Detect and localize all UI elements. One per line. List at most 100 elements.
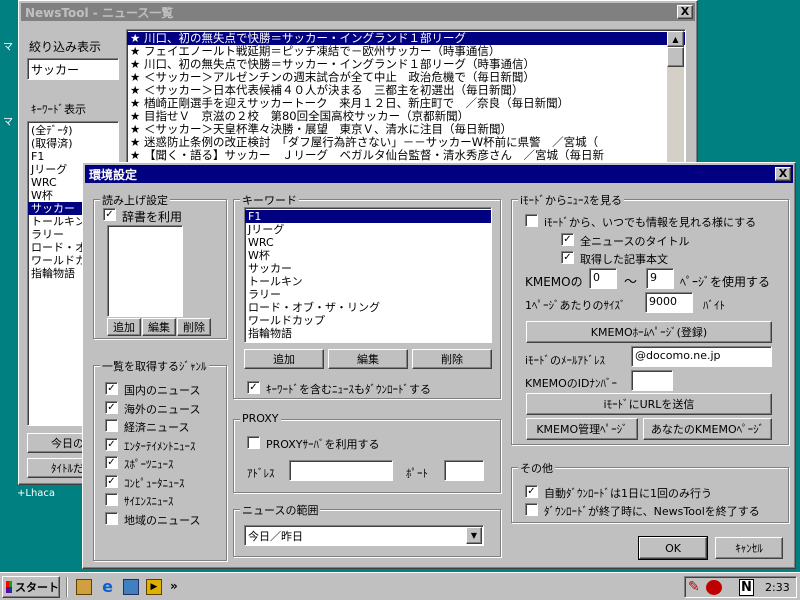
keyword-delete-button[interactable]: 削除 — [412, 349, 492, 369]
dialog-keyword-item[interactable]: F1 — [245, 210, 491, 223]
proxy-group: PROXY — [233, 412, 501, 493]
dict-delete-button[interactable]: 削除 — [177, 318, 211, 336]
id-label: KMEMOのIDﾅﾝﾊﾞｰ — [525, 377, 618, 390]
start-button[interactable]: スタート — [2, 576, 60, 598]
tray-n-icon[interactable]: N — [739, 579, 754, 596]
news-scroll-thumb[interactable] — [667, 47, 684, 67]
dict-edit-button[interactable]: 編集 — [142, 318, 176, 336]
genre-checkbox[interactable]: ✓ — [105, 456, 118, 469]
quicklaunch-divider — [66, 577, 68, 597]
news-scrollbar[interactable]: ▲ — [667, 31, 684, 167]
keyword-download-checkbox[interactable]: ✓ — [247, 381, 260, 394]
page-suffix-label: ﾍﾟｰｼﾞを使用する — [680, 275, 771, 289]
dialog-keyword-item[interactable]: ラリー — [245, 288, 491, 301]
range-group-label: ニュースの範囲 — [240, 502, 321, 518]
exit-after-download-checkbox[interactable] — [525, 503, 538, 516]
keyword-edit-button[interactable]: 編集 — [328, 349, 408, 369]
keyword-add-button[interactable]: 追加 — [244, 349, 324, 369]
lhaca-label: +Lhaca — [17, 488, 56, 499]
quicklaunch-chevron[interactable]: » — [170, 579, 178, 593]
settings-title: 環境設定 — [89, 167, 138, 182]
newstool-close-button[interactable]: X — [677, 5, 693, 19]
dialog-keyword-item[interactable]: ワールドカップ — [245, 314, 491, 327]
genre-checkbox[interactable] — [105, 493, 118, 506]
desktop-label-2: マ — [3, 117, 13, 128]
proxy-port-label: ﾎﾟｰﾄ — [406, 467, 428, 480]
send-url-button[interactable]: iﾓｰﾄﾞにURLを送信 — [526, 393, 772, 415]
dialog-keyword-item[interactable]: 指輪物語 — [245, 327, 491, 340]
ok-button[interactable]: OK — [638, 536, 708, 560]
your-kmemo-button[interactable]: あなたのKMEMOﾍﾟｰｼﾞ — [643, 418, 772, 440]
auto-download-checkbox[interactable]: ✓ — [525, 485, 538, 498]
network-icon[interactable] — [123, 579, 139, 595]
imode-enable-checkbox[interactable] — [525, 214, 538, 227]
news-list-item[interactable]: ★ 【聞く・語る】サッカー Ｊリーグ ベガルタ仙台監督・清水秀彦さん ／宮城（毎… — [127, 149, 685, 162]
mail-input[interactable]: @docomo.ne.jp — [631, 346, 772, 367]
newstool-title: NewsTool - ニュース一覧 — [25, 5, 174, 20]
genre-checkbox[interactable]: ✓ — [105, 382, 118, 395]
filter-input[interactable]: サッカー — [27, 58, 119, 80]
proxy-address-label: ｱﾄﾞﾚｽ — [247, 467, 275, 480]
proxy-address-input[interactable] — [289, 460, 393, 481]
newstool-titlebar[interactable]: NewsTool - ニュース一覧 — [21, 3, 695, 21]
keyword-list-item[interactable]: (取得済) — [28, 137, 118, 150]
dialog-keyword-item[interactable]: ロード・オブ・ザ・リング — [245, 301, 491, 314]
proxy-port-input[interactable] — [444, 460, 484, 481]
desktop-icon[interactable] — [76, 579, 92, 595]
proxy-checkbox[interactable] — [247, 436, 260, 449]
keyword-list-item[interactable]: (全ﾃﾞｰﾀ) — [28, 124, 118, 137]
keywords-listbox[interactable]: F1 Jリーグ WRC W杯 サッカー トールキン ラリー ロード・オブ・ザ・リング ワールドカ… — [244, 207, 492, 343]
exit-after-download-label: ﾀﾞｳﾝﾛｰﾄﾞが終了時に、NewsToolを終了する — [544, 505, 760, 518]
range-dropdown-button[interactable]: ▼ — [466, 527, 482, 544]
dialog-keyword-item[interactable]: W杯 — [245, 249, 491, 262]
range-select[interactable]: 今日／昨日 — [244, 525, 484, 546]
clock[interactable]: 2:33 — [765, 581, 790, 594]
size-input[interactable]: 9000 — [645, 292, 693, 313]
kmemo-label: KMEMOの — [525, 275, 583, 289]
settings-close-button[interactable]: X — [775, 167, 791, 181]
dialog-keyword-item[interactable]: WRC — [245, 236, 491, 249]
genre-checkbox[interactable]: ✓ — [105, 474, 118, 488]
genre-checkbox[interactable] — [105, 419, 118, 432]
news-listbox[interactable]: ★ 川口、初の無失点で快勝＝サッカー・イングランド１部リーグ ★ フェイエノールト… — [126, 29, 686, 169]
dialog-keyword-item[interactable]: サッカー — [245, 262, 491, 275]
settings-dialog: 環境設定 X 読み上げ設定 ✓ 辞書を利用 追加 編集 削除 一覧を取得するｼﾞ… — [82, 162, 796, 569]
article-label: 取得した記事本文 — [580, 253, 668, 266]
size-label: 1ﾍﾟｰｼﾞあたりのｻｲｽﾞ — [525, 299, 626, 312]
kmemo-admin-button[interactable]: KMEMO管理ﾍﾟｰｼﾞ — [526, 418, 638, 440]
taskbar: スタート e ▶ » ✎ N 2:33 — [0, 572, 800, 600]
genre-checkbox[interactable] — [105, 511, 118, 525]
imode-enable-label: iﾓｰﾄﾞから、いつでも情報を見れる様にする — [544, 216, 757, 229]
page-from-input[interactable]: 0 — [589, 268, 617, 289]
article-checkbox[interactable]: ✓ — [561, 251, 574, 264]
media-icon[interactable]: ▶ — [146, 579, 162, 595]
settings-titlebar[interactable]: 環境設定 — [85, 165, 793, 183]
page-to-input[interactable]: 9 — [646, 268, 674, 289]
dict-add-button[interactable]: 追加 — [107, 318, 141, 336]
genre-checkbox[interactable]: ✓ — [105, 437, 118, 451]
readout-group-label: 読み上げ設定 — [100, 192, 170, 208]
id-input[interactable] — [631, 370, 673, 391]
genre-label: 国内のニュース — [124, 384, 201, 397]
all-titles-checkbox[interactable]: ✓ — [561, 233, 574, 246]
dialog-keyword-item[interactable]: Jリーグ — [245, 223, 491, 236]
dict-listbox[interactable] — [107, 225, 183, 317]
start-label: スタート — [15, 581, 59, 594]
news-scroll-up-button[interactable]: ▲ — [667, 31, 684, 47]
imode-group-label: iﾓｰﾄﾞからﾆｭｰｽを見る — [518, 192, 625, 208]
ie-icon[interactable]: e — [99, 578, 116, 595]
filter-heading: 絞り込み表示 — [29, 40, 102, 54]
genre-label: ｴﾝﾀｰﾃｲﾒﾝﾄﾆｭｰｽ — [124, 439, 196, 453]
use-dict-checkbox[interactable]: ✓ — [103, 208, 116, 221]
genre-label: ｽﾎﾟｰﾂﾆｭｰｽ — [124, 458, 174, 471]
size-unit-label: ﾊﾞｲﾄ — [703, 299, 725, 312]
system-tray: ✎ N 2:33 — [684, 576, 797, 598]
genre-checkbox[interactable]: ✓ — [105, 400, 118, 414]
security-icon[interactable] — [706, 580, 722, 595]
dialog-keyword-item[interactable]: トールキン — [245, 275, 491, 288]
pen-icon[interactable]: ✎ — [688, 579, 704, 595]
genre-label: 経済ニュース — [124, 421, 190, 434]
kmemo-homepage-button[interactable]: KMEMOﾎｰﾑﾍﾟｰｼﾞ(登録) — [526, 321, 772, 343]
genre-label: 海外のニュース — [124, 402, 201, 416]
cancel-button[interactable]: ｷｬﾝｾﾙ — [715, 537, 783, 559]
